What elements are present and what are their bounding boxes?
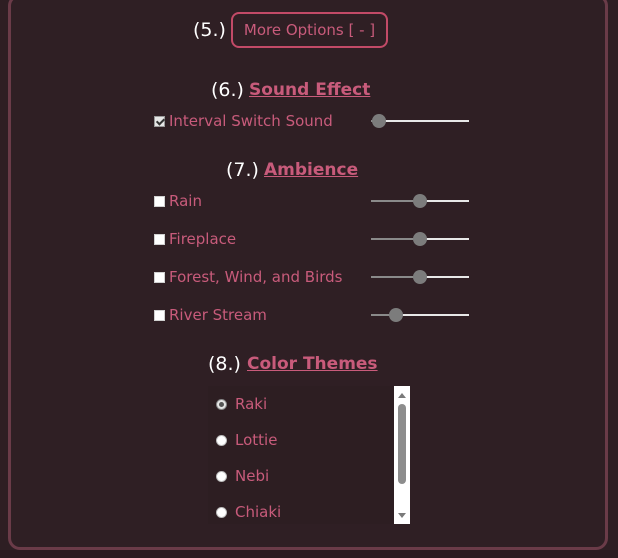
fireplace-row[interactable]: Fireplace [154, 229, 236, 249]
interval-switch-sound-row[interactable]: Interval Switch Sound [154, 111, 333, 131]
theme-radio-raki[interactable] [216, 398, 227, 410]
scroll-down-icon[interactable] [394, 508, 410, 522]
theme-label-chiaki: Chiaki [235, 503, 282, 521]
themes-scrollbar[interactable] [394, 386, 410, 524]
theme-label-raki: Raki [235, 395, 268, 413]
forest-wind-birds-volume-slider[interactable] [371, 269, 469, 285]
theme-radio-lottie[interactable] [216, 434, 227, 446]
river-stream-row[interactable]: River Stream [154, 305, 267, 325]
forest-wind-birds-row[interactable]: Forest, Wind, and Birds [154, 267, 343, 287]
rain-checkbox[interactable] [154, 195, 165, 207]
theme-option-nebi[interactable]: Nebi [216, 466, 269, 486]
color-themes-list[interactable]: Raki Lottie Nebi Chiaki [208, 386, 410, 524]
ambience-heading[interactable]: Ambience [264, 160, 358, 180]
river-stream-volume-slider[interactable] [371, 307, 469, 323]
forest-wind-birds-checkbox[interactable] [154, 271, 165, 283]
rain-label: Rain [169, 192, 202, 210]
slider-thumb[interactable] [413, 270, 427, 284]
slider-thumb[interactable] [372, 114, 386, 128]
interval-switch-sound-volume-slider[interactable] [371, 113, 469, 129]
fireplace-checkbox[interactable] [154, 233, 165, 245]
theme-label-lottie: Lottie [235, 431, 278, 449]
section-8-number: (8.) [208, 353, 241, 375]
forest-wind-birds-label: Forest, Wind, and Birds [169, 268, 343, 286]
rain-row[interactable]: Rain [154, 191, 202, 211]
section-6-number: (6.) [211, 79, 244, 101]
theme-radio-nebi[interactable] [216, 470, 227, 482]
more-options-button[interactable]: More Options [ - ] [231, 12, 388, 48]
fireplace-label: Fireplace [169, 230, 237, 248]
interval-switch-sound-label: Interval Switch Sound [169, 112, 333, 130]
river-stream-label: River Stream [169, 306, 267, 324]
color-themes-heading[interactable]: Color Themes [247, 354, 378, 374]
slider-thumb[interactable] [389, 308, 403, 322]
rain-volume-slider[interactable] [371, 193, 469, 209]
theme-option-lottie[interactable]: Lottie [216, 430, 277, 450]
sound-effect-heading[interactable]: Sound Effect [249, 80, 370, 100]
interval-switch-sound-checkbox[interactable] [154, 115, 165, 127]
theme-option-raki[interactable]: Raki [216, 394, 267, 414]
theme-label-nebi: Nebi [235, 467, 270, 485]
section-5-number: (5.) [193, 19, 226, 41]
river-stream-checkbox[interactable] [154, 309, 165, 321]
theme-option-chiaki[interactable]: Chiaki [216, 502, 281, 522]
theme-radio-chiaki[interactable] [216, 506, 227, 518]
scroll-up-icon[interactable] [394, 388, 410, 402]
scrollbar-thumb[interactable] [398, 404, 406, 484]
slider-thumb[interactable] [413, 194, 427, 208]
bottom-strip [0, 550, 618, 558]
slider-thumb[interactable] [413, 232, 427, 246]
fireplace-volume-slider[interactable] [371, 231, 469, 247]
section-7-number: (7.) [226, 159, 259, 181]
